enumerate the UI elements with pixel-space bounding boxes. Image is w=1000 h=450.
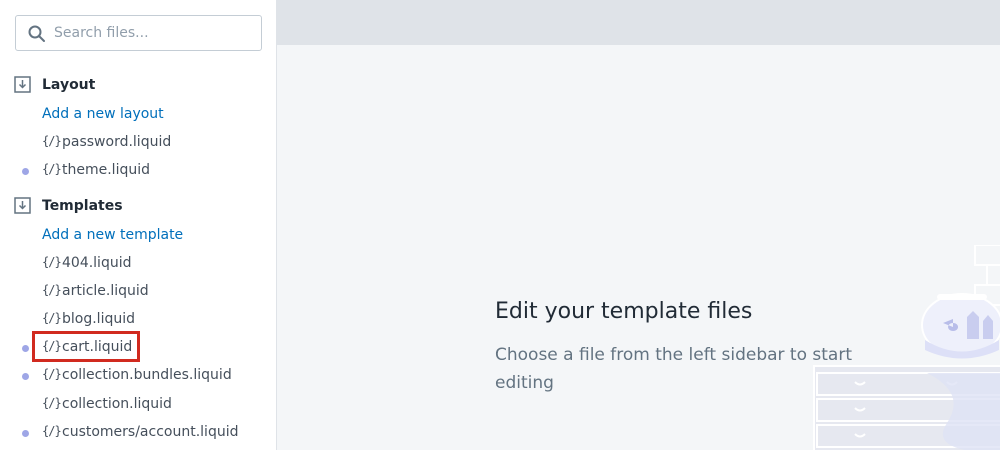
- file-name: blog.liquid: [62, 311, 135, 327]
- file-name: article.liquid: [62, 283, 149, 299]
- code-file-icon: {/}: [42, 255, 62, 269]
- modified-indicator: [22, 168, 29, 175]
- code-file-icon: {/}: [42, 396, 62, 410]
- file-item[interactable]: {/} collection.liquid: [0, 394, 276, 416]
- file-item[interactable]: {/} article.liquid: [0, 281, 276, 303]
- code-file-icon: {/}: [42, 283, 62, 297]
- code-file-icon: {/}: [42, 311, 62, 325]
- code-file-icon: {/}: [42, 424, 62, 438]
- section-title-layout: Layout: [42, 77, 96, 93]
- file-name: customers/account.liquid: [62, 424, 239, 440]
- search-icon: [28, 25, 45, 42]
- editor-empty-state: Edit your template files Choose a file f…: [277, 45, 1000, 450]
- empty-state-title: Edit your template files: [495, 299, 753, 324]
- file-name: collection.bundles.liquid: [62, 367, 232, 383]
- search-box[interactable]: [15, 15, 262, 51]
- folder-download-icon: [14, 76, 31, 93]
- section-title-templates: Templates: [42, 198, 123, 214]
- file-item[interactable]: {/} collection.bundles.liquid: [0, 365, 276, 387]
- file-name: collection.liquid: [62, 396, 172, 412]
- file-name: theme.liquid: [62, 162, 150, 178]
- search-input[interactable]: [54, 22, 254, 44]
- file-sidebar: Layout Add a new layout {/} password.liq…: [0, 0, 277, 450]
- file-item[interactable]: {/} theme.liquid: [0, 160, 276, 182]
- add-template-link[interactable]: Add a new template: [42, 226, 183, 244]
- file-item[interactable]: {/} password.liquid: [0, 132, 276, 154]
- modified-indicator: [22, 345, 29, 352]
- folder-download-icon: [14, 197, 31, 214]
- file-item[interactable]: {/} customers/account.liquid: [0, 422, 276, 444]
- cart-highlight-box: [32, 331, 140, 362]
- file-item[interactable]: {/} 404.liquid: [0, 253, 276, 275]
- modified-indicator: [22, 430, 29, 437]
- file-item[interactable]: {/} blog.liquid: [0, 309, 276, 331]
- file-name: password.liquid: [62, 134, 172, 150]
- code-file-icon: {/}: [42, 367, 62, 381]
- modified-indicator: [22, 373, 29, 380]
- add-layout-link[interactable]: Add a new layout: [42, 105, 164, 123]
- dresser-fishbowl-illustration: [813, 245, 1000, 450]
- code-file-icon: {/}: [42, 134, 62, 148]
- file-name: 404.liquid: [62, 255, 132, 271]
- editor-topbar: [277, 0, 1000, 45]
- code-file-icon: {/}: [42, 162, 62, 176]
